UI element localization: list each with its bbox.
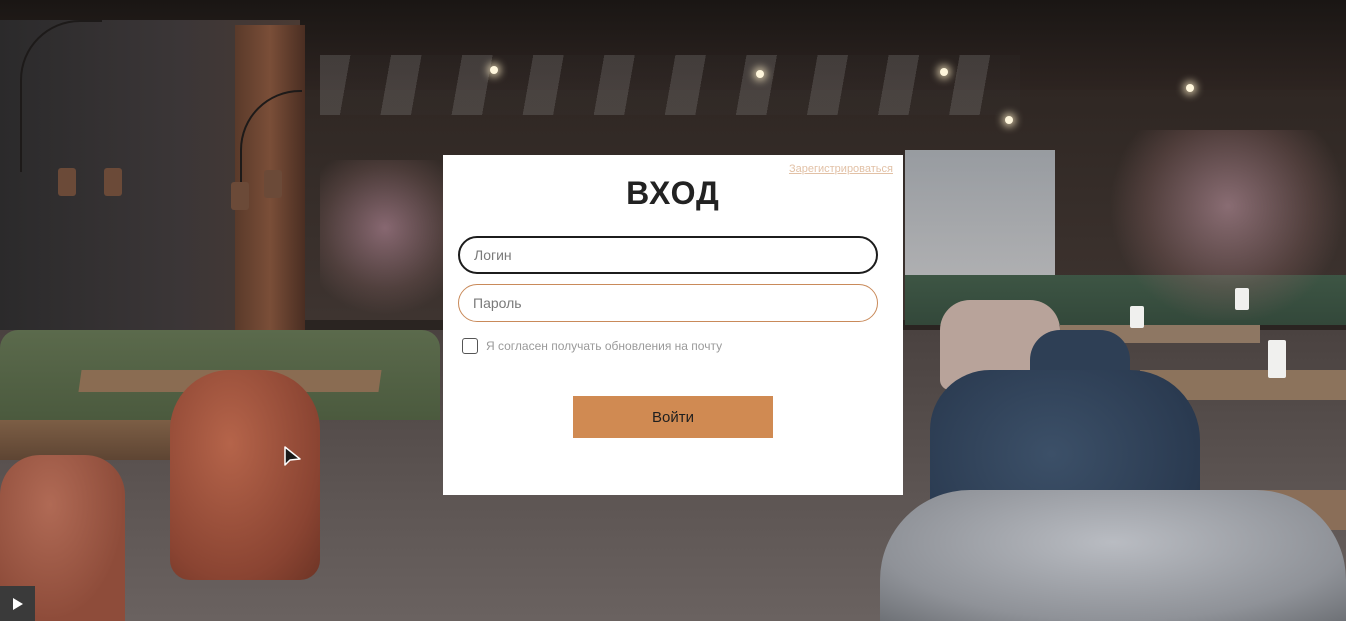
bg-ceiling-light [490,66,498,74]
bg-ceiling-ribbons [320,55,1020,115]
bg-grey-armchair [880,490,1346,621]
bg-pendant-lamp [58,168,76,196]
bg-magnolia-left [320,160,450,330]
bg-ceiling-light [1186,84,1194,92]
login-title: ВХОД [626,175,720,211]
bg-lamp-arc [20,20,102,172]
bg-ceiling-light [756,70,764,78]
password-input[interactable] [458,284,878,322]
bg-terracotta-chair [170,370,320,580]
bg-table-lamp [1268,340,1286,378]
register-link[interactable]: Зарегистрироваться [789,163,893,175]
login-submit-button[interactable]: Войти [573,396,773,438]
consent-checkbox[interactable] [462,338,478,354]
bg-ceiling-light [940,68,948,76]
restaurant-background: Зарегистрироваться ВХОД Я согласен получ… [0,0,1346,621]
bg-ceiling-light [1005,116,1013,124]
play-icon [12,597,23,610]
login-card: Зарегистрироваться ВХОД Я согласен получ… [443,155,903,495]
bg-table-lamp [1235,288,1249,310]
bg-pendant-lamp [231,182,249,210]
consent-label: Я согласен получать обновления на почту [486,339,723,353]
cursor-icon [284,446,301,466]
bg-pendant-lamp [104,168,122,196]
bg-pendant-lamp [264,170,282,198]
bg-window [905,150,1055,280]
play-button[interactable] [0,586,35,621]
consent-row: Я согласен получать обновления на почту [462,338,722,354]
login-input[interactable] [458,236,878,274]
bg-table-lamp [1130,306,1144,328]
bg-magnolia-right [1110,130,1346,320]
